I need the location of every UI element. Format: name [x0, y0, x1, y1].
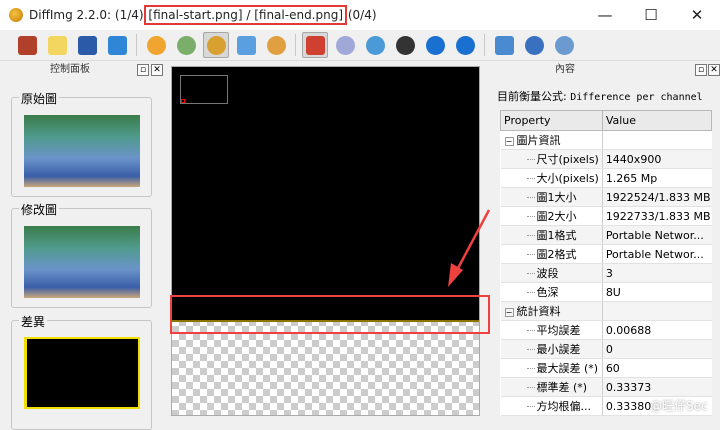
- table-row[interactable]: 色深 8U: [500, 282, 712, 302]
- property-value: 60: [601, 358, 712, 378]
- property-name: 平均誤差: [500, 320, 603, 340]
- properties-panel-title: 內容: [555, 64, 575, 75]
- property-name: 方均根偏...: [500, 396, 603, 416]
- property-value: 8U: [601, 282, 712, 302]
- table-row[interactable]: 大小(pixels) 1.265 Mp: [500, 168, 712, 188]
- section-value: [601, 301, 712, 321]
- property-value: 3: [601, 263, 712, 283]
- watermark: @旺仔Sec: [650, 399, 708, 413]
- property-name: 色深: [500, 282, 603, 302]
- table-row[interactable]: 圖2大小 1922733/1.833 MB: [500, 206, 712, 226]
- table-row[interactable]: 圖2格式 Portable Networ...: [500, 244, 712, 264]
- property-name: 圖1大小: [500, 187, 603, 207]
- table-row[interactable]: 圖1格式 Portable Networ...: [500, 225, 712, 245]
- collapse-icon[interactable]: −: [504, 136, 514, 146]
- property-value: 1440x900: [601, 149, 712, 169]
- table-row[interactable]: 圖1大小 1922524/1.833 MB: [500, 187, 712, 207]
- table-row[interactable]: 尺寸(pixels) 1440x900: [500, 149, 712, 169]
- formula-label: 目前衡量公式:: [497, 90, 571, 103]
- formula-line: 目前衡量公式: Difference per channel: [497, 88, 703, 104]
- section-row[interactable]: − 統計資料: [500, 301, 712, 321]
- formula-value: Difference per channel: [570, 92, 703, 103]
- property-name: 圖2大小: [500, 206, 603, 226]
- property-name: 大小(pixels): [500, 168, 603, 188]
- property-value: 0.00688: [601, 320, 712, 340]
- table-row[interactable]: 最小誤差 0: [500, 339, 712, 359]
- property-value: 1922524/1.833 MB: [601, 187, 712, 207]
- property-value: 1922733/1.833 MB: [601, 206, 712, 226]
- property-name: 圖2格式: [500, 244, 603, 264]
- property-name: 最小誤差: [500, 339, 603, 359]
- section-value: [601, 130, 712, 150]
- table-row[interactable]: 波段 3: [500, 263, 712, 283]
- property-value: 0.33373: [601, 377, 712, 397]
- property-value: Portable Networ...: [601, 244, 712, 264]
- property-name: 波段: [500, 263, 603, 283]
- properties-table: Property Value − 圖片資訊 尺寸(pixels) 1440x900 大小(…: [500, 110, 713, 416]
- collapse-icon[interactable]: −: [504, 307, 514, 317]
- section-name: − 統計資料: [500, 301, 603, 321]
- column-property: Property: [500, 110, 603, 131]
- property-name: 最大誤差 (*): [500, 358, 603, 378]
- table-row[interactable]: 最大誤差 (*) 60: [500, 358, 712, 378]
- section-label: 圖片資訊: [516, 134, 561, 147]
- column-value: Value: [601, 110, 713, 131]
- table-row[interactable]: 平均誤差 0.00688: [500, 320, 712, 340]
- section-label: 統計資料: [516, 305, 561, 318]
- float-icon[interactable]: ▫: [695, 64, 707, 76]
- property-value: Portable Networ...: [601, 225, 712, 245]
- property-name: 尺寸(pixels): [500, 149, 603, 169]
- property-value: 1.265 Mp: [601, 168, 712, 188]
- property-name: 圖1格式: [500, 225, 603, 245]
- section-name: − 圖片資訊: [500, 130, 603, 150]
- property-name: 標準差 (*): [500, 377, 603, 397]
- table-row[interactable]: 標準差 (*) 0.33373: [500, 377, 712, 397]
- section-row[interactable]: − 圖片資訊: [500, 130, 712, 150]
- property-value: 0: [601, 339, 712, 359]
- close-icon[interactable]: ✕: [708, 64, 720, 76]
